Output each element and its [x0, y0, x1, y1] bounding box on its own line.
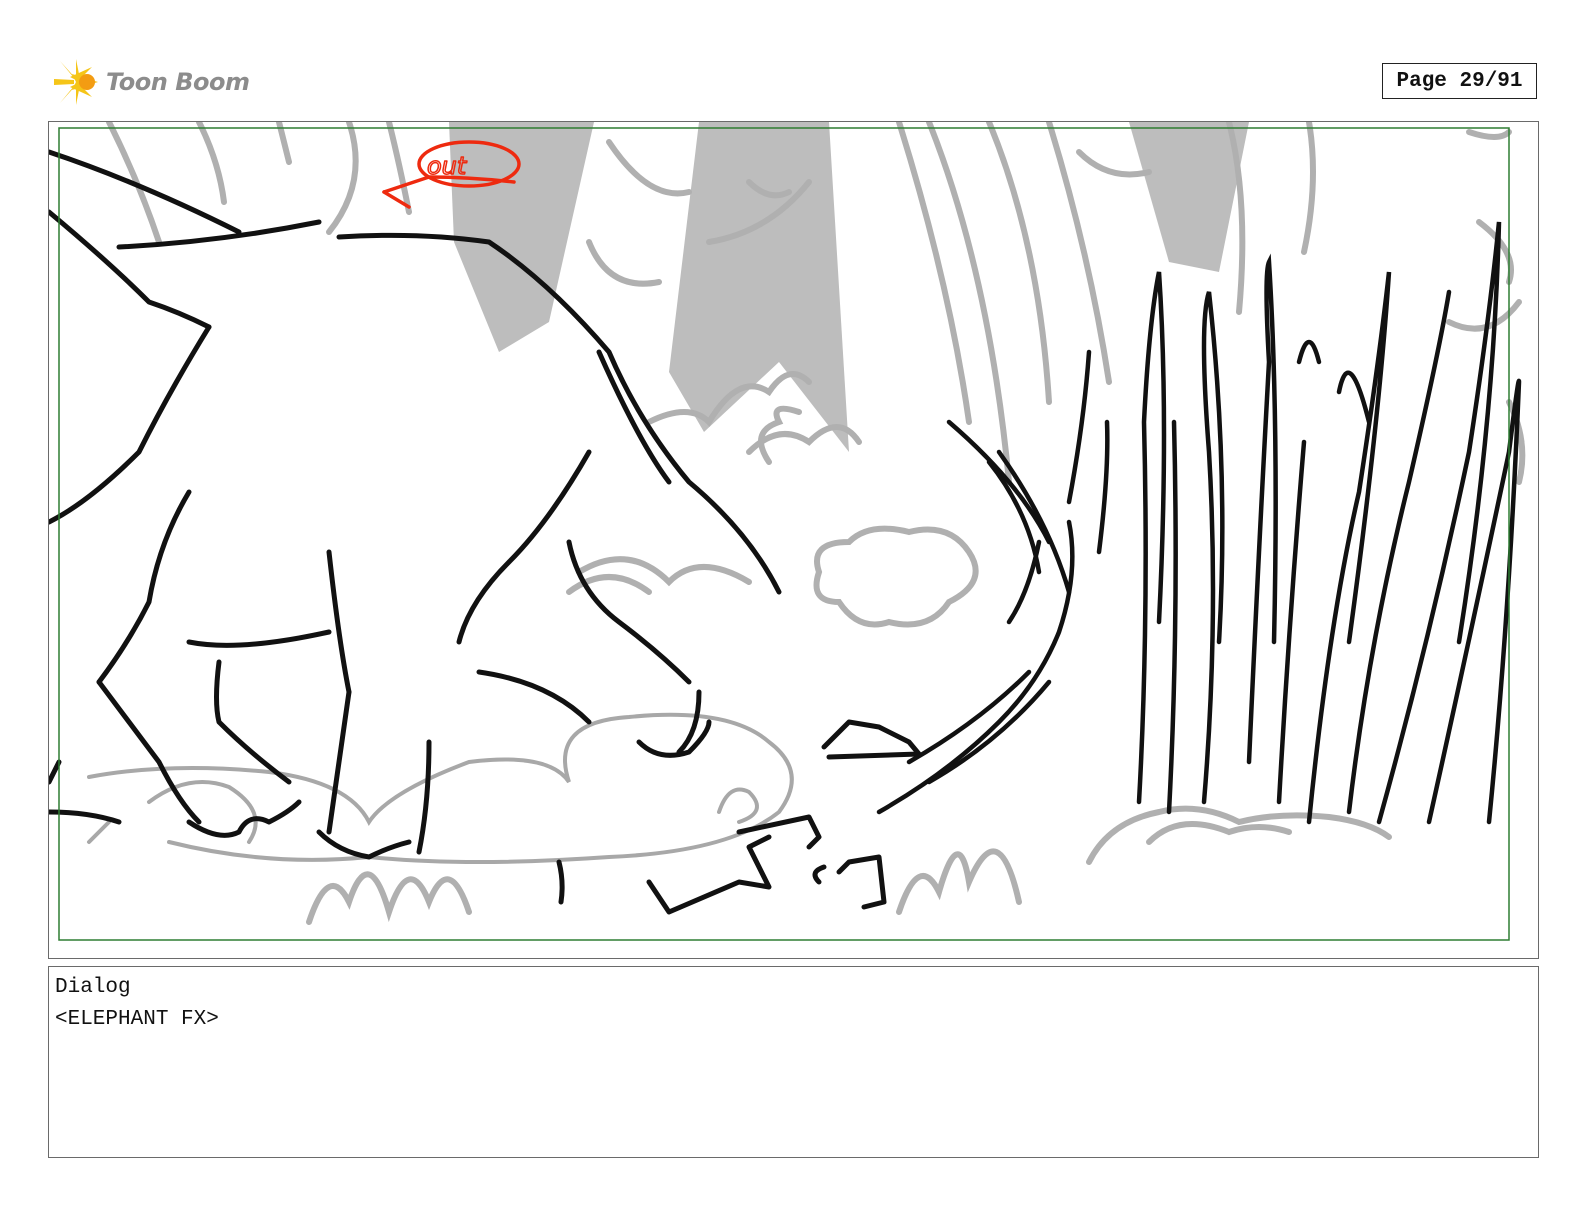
dialog-box: Dialog <ELEPHANT FX> [48, 966, 1539, 1158]
page-number: Page 29/91 [1382, 63, 1537, 99]
toon-boom-logo: Toon Boom [52, 56, 252, 108]
storyboard-panel: out [48, 121, 1539, 959]
dialog-heading: Dialog [55, 976, 131, 999]
annotation-text: out [427, 152, 468, 180]
panel-sketch: out [49, 122, 1526, 941]
gray-foreground-sketch [87, 712, 794, 864]
logo-text: Toon Boom [106, 68, 250, 96]
burst-icon [54, 59, 98, 105]
fx-swoosh [876, 221, 1522, 825]
dialog-text: <ELEPHANT FX> [55, 1008, 219, 1031]
